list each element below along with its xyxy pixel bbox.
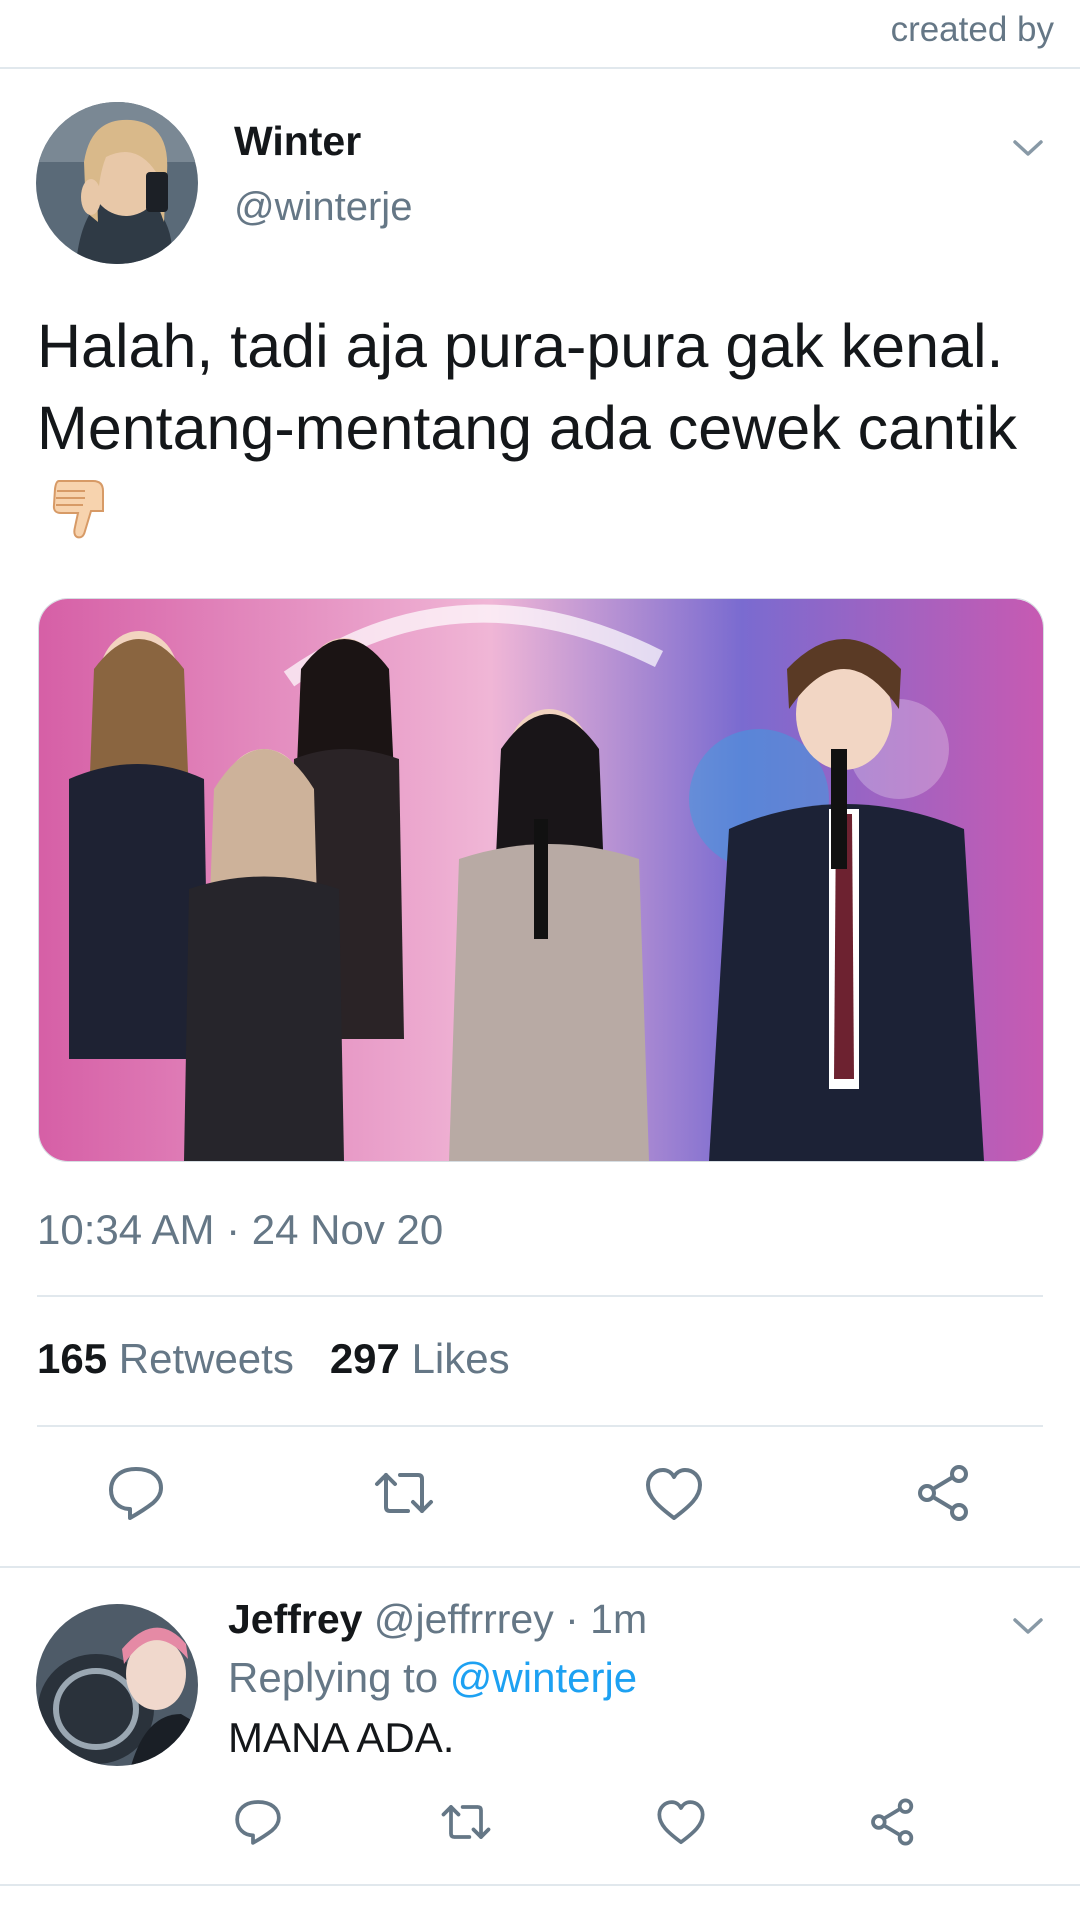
tweet-photo[interactable]	[38, 598, 1044, 1162]
like-icon[interactable]	[644, 1465, 704, 1525]
thumbs-down-icon	[45, 471, 117, 543]
photo-stage-performers	[39, 599, 1043, 1161]
replying-to-mention[interactable]: @winterje	[450, 1654, 637, 1701]
watermark-created-by: created by	[890, 10, 1054, 49]
reply-icon[interactable]	[106, 1463, 166, 1523]
retweets-stat[interactable]: 165 Retweets	[37, 1335, 294, 1382]
author-handle[interactable]: @winterje	[234, 185, 412, 230]
likes-stat[interactable]: 297 Likes	[330, 1335, 510, 1382]
author-name[interactable]: Winter	[234, 118, 361, 165]
top-divider	[0, 67, 1080, 69]
divider	[37, 1425, 1043, 1427]
avatar-photo	[36, 102, 198, 264]
retweet-icon[interactable]	[441, 1797, 491, 1847]
reply-author-avatar[interactable]	[36, 1604, 198, 1766]
reply-author-name[interactable]: Jeffrey	[228, 1596, 362, 1642]
tweet-text-content: Halah, tadi aja pura-pura gak kenal. Men…	[37, 312, 1017, 462]
replying-to-label: Replying to	[228, 1654, 439, 1701]
retweets-label: Retweets	[118, 1335, 294, 1382]
tweet-timestamp: 10:34 AM · 24 Nov 20	[37, 1206, 444, 1253]
like-icon[interactable]	[656, 1798, 706, 1848]
replying-to-line: Replying to @winterje	[228, 1654, 637, 1702]
reply-text: MANA ADA.	[228, 1714, 455, 1761]
chevron-down-icon[interactable]	[1012, 138, 1044, 158]
likes-label: Likes	[411, 1335, 510, 1382]
divider	[0, 1566, 1080, 1568]
divider	[0, 1884, 1080, 1886]
reply-author-handle[interactable]: @jeffrrrey	[374, 1596, 554, 1642]
tweet-text: Halah, tadi aja pura-pura gak kenal. Men…	[37, 305, 1047, 551]
dot-separator: ·	[553, 1596, 591, 1642]
retweets-count: 165	[37, 1335, 108, 1382]
chevron-down-icon[interactable]	[1012, 1616, 1044, 1636]
divider	[37, 1295, 1043, 1297]
reply-time: 1m	[590, 1596, 648, 1642]
avatar-photo	[36, 1604, 198, 1766]
reply-icon[interactable]	[233, 1797, 283, 1847]
share-icon[interactable]	[868, 1797, 918, 1847]
author-avatar[interactable]	[36, 102, 198, 264]
share-icon[interactable]	[914, 1463, 974, 1523]
reply-header: Jeffrey @jeffrrrey · 1m	[228, 1596, 647, 1643]
tweet-stats: 165 Retweets 297 Likes	[37, 1335, 510, 1383]
retweet-icon[interactable]	[374, 1463, 434, 1523]
likes-count: 297	[329, 1335, 400, 1382]
